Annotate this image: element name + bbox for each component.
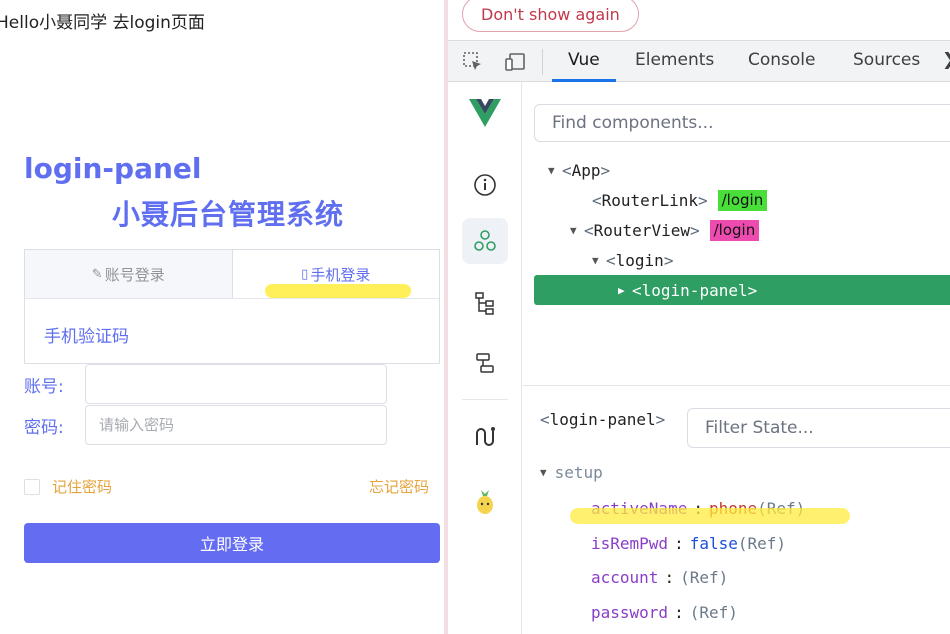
components-icon[interactable] xyxy=(462,218,508,264)
node-name: login xyxy=(615,250,664,270)
tab-label: 手机登录 xyxy=(310,265,371,284)
route-badge: /login xyxy=(709,219,760,241)
tab-sources[interactable]: Sources xyxy=(853,50,920,70)
tab-account-login[interactable]: ✎ 账号登录 xyxy=(25,250,232,298)
phone-code-content: 手机验证码 xyxy=(44,327,129,347)
tab-console[interactable]: Console xyxy=(748,50,816,70)
state-type: (Ref) xyxy=(680,567,729,587)
state-value[interactable]: false xyxy=(690,534,738,553)
state-component-name: < login-panel > xyxy=(540,410,666,429)
expand-arrow-icon[interactable]: ▼ xyxy=(570,224,584,237)
node-name: RouterView xyxy=(593,220,690,240)
route-badge: /login xyxy=(717,189,768,211)
edit-icon: ✎ xyxy=(91,266,103,282)
collapse-arrow-icon: ▼ xyxy=(540,466,547,479)
highlighter-mark xyxy=(570,508,850,524)
expand-arrow-icon[interactable]: ▶ xyxy=(618,284,632,297)
find-components-input[interactable]: Find components... xyxy=(534,104,950,142)
state-type: (Ref) xyxy=(737,533,787,553)
highlighter-mark xyxy=(265,284,411,298)
tree-node-login-panel[interactable]: ▶ < login-panel > xyxy=(534,275,950,305)
state-key: isRemPwd xyxy=(591,533,669,553)
toolbar-separator xyxy=(542,49,543,75)
more-tabs-icon[interactable]: ❯ xyxy=(942,50,950,70)
vue-devtools-sidebar xyxy=(448,82,522,634)
component-tree-icon[interactable] xyxy=(462,280,508,326)
component-name: login-panel xyxy=(549,410,656,429)
tree-node-routerview[interactable]: ▼ < RouterView > /login xyxy=(534,215,950,245)
vue-logo-icon xyxy=(462,90,508,136)
login-app: Hello小聂同学 去login页面 login-panel 小聂后台管理系统 … xyxy=(0,0,446,634)
login-page-link[interactable]: 去login页面 xyxy=(113,13,205,33)
state-row-account[interactable]: account : (Ref) xyxy=(591,564,728,590)
inspect-element-icon[interactable] xyxy=(462,51,484,73)
account-input[interactable] xyxy=(85,364,387,404)
tab-vue[interactable]: Vue xyxy=(568,50,600,70)
account-label: 账号: xyxy=(24,377,64,397)
password-label: 密码: xyxy=(24,418,64,438)
forgot-password-link[interactable]: 忘记密码 xyxy=(369,476,429,497)
login-button[interactable]: 立即登录 xyxy=(24,523,440,563)
sidebar-separator xyxy=(462,399,508,400)
dont-show-again-button[interactable]: Don't show again xyxy=(462,0,639,32)
tab-elements[interactable]: Elements xyxy=(635,50,714,70)
system-title: 小聂后台管理系统 xyxy=(112,198,345,231)
pane-divider-horizontal xyxy=(522,385,950,386)
active-tab-indicator xyxy=(552,79,616,82)
expand-arrow-icon[interactable]: ▼ xyxy=(548,164,562,177)
tree-node-routerlink[interactable]: < RouterLink > /login xyxy=(534,185,950,215)
node-name: login-panel xyxy=(641,280,748,300)
login-tabs: ✎ 账号登录 ▯ 手机登录 手机验证码 xyxy=(24,249,440,364)
state-row-password[interactable]: password : (Ref) xyxy=(591,599,738,625)
panel-title: login-panel xyxy=(24,152,202,185)
info-icon[interactable] xyxy=(462,162,508,208)
node-name: App xyxy=(571,160,601,180)
device-toolbar-icon[interactable] xyxy=(504,51,526,73)
password-input[interactable] xyxy=(85,405,387,445)
setup-section-toggle[interactable]: ▼ setup xyxy=(540,463,603,482)
state-row-isrempwd[interactable]: isRemPwd : false (Ref) xyxy=(591,530,786,556)
remember-password[interactable]: 记住密码 xyxy=(24,476,112,497)
remember-checkbox[interactable] xyxy=(24,478,40,495)
remember-label: 记住密码 xyxy=(52,478,113,496)
greeting-text: Hello小聂同学 xyxy=(0,13,108,33)
expand-arrow-icon[interactable]: ▼ xyxy=(592,254,606,267)
node-name: RouterLink xyxy=(601,190,698,210)
devtools-toolbar: Vue Elements Console Sources ❯ xyxy=(448,40,950,82)
phone-icon: ▯ xyxy=(301,266,309,282)
top-greeting: Hello小聂同学 去login页面 xyxy=(0,8,205,33)
pinia-icon[interactable] xyxy=(462,478,508,524)
timeline-icon[interactable] xyxy=(462,340,508,386)
devtools-panel: Don't show again Vue Elements Console So… xyxy=(448,0,950,634)
state-key: password xyxy=(591,602,669,622)
tree-node-login[interactable]: ▼ < login > xyxy=(534,245,950,275)
state-key: account xyxy=(591,567,659,587)
filter-state-input[interactable]: Filter State... xyxy=(687,408,950,448)
tree-node-app[interactable]: ▼ < App > xyxy=(534,155,950,185)
state-type: (Ref) xyxy=(689,602,738,622)
tab-label: 账号登录 xyxy=(104,265,165,284)
section-label: setup xyxy=(554,463,603,482)
router-icon[interactable] xyxy=(462,414,508,460)
